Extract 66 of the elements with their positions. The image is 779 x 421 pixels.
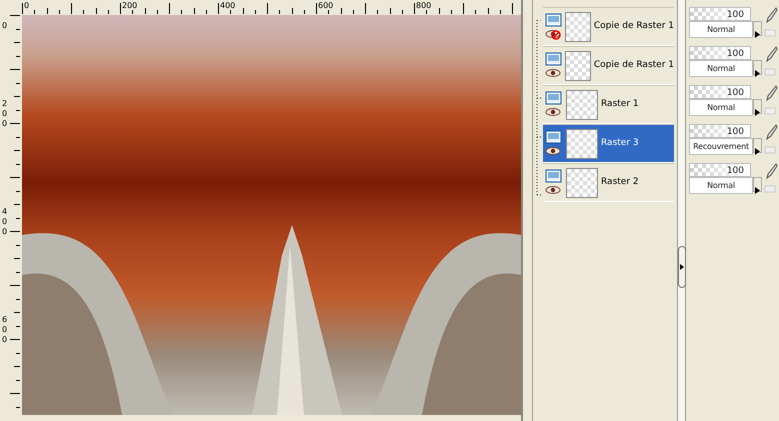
dropdown-arrow-button[interactable] [753,138,762,153]
hidden-eye-icon[interactable] [545,29,562,40]
layer-row[interactable]: Copie de Raster 1 [543,7,674,46]
eye-icon[interactable] [545,107,562,118]
blend-mode-dropdown[interactable]: Normal [689,60,753,77]
dropdown-arrow-button[interactable] [753,177,762,192]
ruler-label: 200 [122,1,138,10]
opacity-value: 100 [726,10,744,20]
ruler-label: 600 [2,315,8,344]
opacity-slider[interactable]: 100 [689,46,751,60]
eye-icon[interactable] [545,146,562,157]
layer-name: Copie de Raster 1 [594,20,674,33]
scroll-bar[interactable] [678,0,686,421]
raster-layer-icon [545,13,562,27]
blend-mode-dropdown[interactable]: Normal [689,99,753,116]
opacity-slider[interactable]: 100 [689,163,751,177]
opacity-slider[interactable]: 100 [689,124,751,138]
raster-layer-icon [545,91,562,105]
ruler-label: 400 [2,207,8,236]
layer-row[interactable]: Raster 3 [543,124,674,163]
layer-name: Raster 3 [601,136,639,150]
ruler-label: 600 [318,1,334,10]
opacity-value: 100 [726,127,744,137]
opacity-value: 100 [726,88,744,98]
dropdown-arrow-button[interactable] [753,99,762,114]
dropdown-arrow-button[interactable] [753,21,762,36]
ruler-label: 400 [220,1,236,10]
eye-icon[interactable] [545,68,562,79]
caret-icon [755,187,760,194]
ruler-label: 200 [2,99,8,128]
raster-layer-icon [545,52,562,66]
opacity-slider[interactable]: 100 [689,7,751,21]
layer-thumbnail [565,50,591,80]
brush-icon[interactable] [764,85,778,101]
layer-name: Raster 2 [601,176,639,189]
opacity-slider[interactable]: 100 [689,85,751,99]
scroll-handle[interactable] [678,246,686,288]
layer-thumbnail [565,12,591,42]
opacity-value: 100 [726,166,744,176]
layer-name: Raster 1 [601,98,639,111]
raster-layer-icon [545,130,562,144]
layer-row[interactable]: Copie de Raster 1 [543,46,674,85]
ruler-label: 800 [416,1,432,10]
eye-icon[interactable] [545,185,562,196]
caret-icon [755,109,760,116]
ruler-label: 0 [2,21,8,30]
opacity-value: 100 [726,49,744,59]
ruler-label: 0 [24,1,30,10]
dropdown-arrow-button[interactable] [753,60,762,75]
layer-thumbnail [566,128,598,158]
layer-thumbnail [566,90,598,120]
blend-mode-dropdown[interactable]: Normal [689,21,753,38]
layer-row[interactable]: Raster 1 [543,85,674,124]
raster-layer-icon [545,169,562,183]
brush-icon[interactable] [764,163,778,179]
layer-thumbnail [566,168,598,198]
caret-icon [755,70,760,78]
layer-row[interactable]: Raster 2 [543,163,674,202]
layer-name: Copie de Raster 1 [594,58,674,72]
caret-icon [755,148,760,156]
brush-icon[interactable] [764,7,778,23]
brush-icon[interactable] [764,46,778,62]
blend-mode-dropdown[interactable]: Normal [689,177,753,194]
brush-icon[interactable] [764,124,778,140]
caret-icon [755,31,760,38]
blend-mode-dropdown[interactable]: Recouvrement [689,138,753,155]
